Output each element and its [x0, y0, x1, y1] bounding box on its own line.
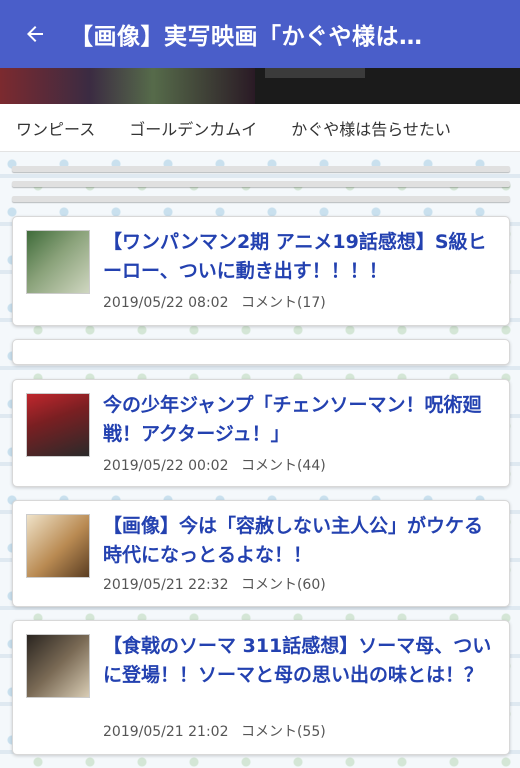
article-card[interactable]: 今の少年ジャンプ「チェンソーマン！呪術廻戦！アクタージュ！」 2019/05/2… [12, 379, 510, 487]
article-thumbnail [26, 514, 90, 578]
article-comment-count[interactable]: コメント(55) [241, 724, 326, 740]
article-meta: 2019/05/21 22:32 コメント(60) [103, 574, 326, 594]
feed-divider [12, 196, 510, 202]
article-card[interactable]: 【ワンパンマン2期 アニメ19話感想】S級ヒーロー、ついに動き出す！！！！ 20… [12, 216, 510, 326]
article-title-link[interactable]: 【食戟のソーマ 311話感想】ソーマ母、ついに登場！！ソーマと母の思い出の味とは… [103, 632, 495, 690]
tab-golden-kamuy[interactable]: ゴールデンカムイ [129, 116, 257, 140]
article-title-link[interactable]: 【画像】今は「容赦しない主人公」がウケる時代になっとるよな！！ [103, 512, 495, 570]
feed-divider [12, 181, 510, 187]
article-comment-count[interactable]: コメント(17) [241, 295, 326, 311]
article-title-link[interactable]: 今の少年ジャンプ「チェンソーマン！呪術廻戦！アクタージュ！」 [103, 391, 495, 449]
back-button[interactable] [0, 0, 70, 68]
article-comment-count[interactable]: コメント(60) [241, 577, 326, 593]
article-meta: 2019/05/21 21:02 コメント(55) [103, 721, 326, 741]
feed-divider [12, 166, 510, 172]
ad-placeholder [12, 339, 510, 365]
article-card[interactable]: 【画像】今は「容赦しない主人公」がウケる時代になっとるよな！！ 2019/05/… [12, 500, 510, 607]
tab-kaguya-sama[interactable]: かぐや様は告らせたい [291, 116, 451, 140]
article-meta: 2019/05/22 00:02 コメント(44) [103, 455, 326, 475]
article-thumbnail [26, 230, 90, 294]
article-date: 2019/05/21 22:32 [103, 577, 229, 593]
arrow-left-icon [27, 26, 43, 42]
article-meta: 2019/05/22 08:02 コメント(17) [103, 292, 326, 312]
article-date: 2019/05/22 00:02 [103, 458, 229, 474]
tab-one-piece[interactable]: ワンピース [16, 116, 95, 140]
category-tabs: ワンピース ゴールデンカムイ かぐや様は告らせたい [0, 104, 520, 152]
page-title: 【画像】実写映画「かぐや様は… [70, 24, 423, 50]
app-bar: 【画像】実写映画「かぐや様は… [0, 0, 520, 68]
article-thumbnail [26, 634, 90, 698]
article-date: 2019/05/21 21:02 [103, 724, 229, 740]
article-comment-count[interactable]: コメント(44) [241, 458, 326, 474]
header-banner-image [0, 68, 520, 104]
article-title-link[interactable]: 【ワンパンマン2期 アニメ19話感想】S級ヒーロー、ついに動き出す！！！！ [103, 228, 495, 286]
article-date: 2019/05/22 08:02 [103, 295, 229, 311]
article-card[interactable]: 【食戟のソーマ 311話感想】ソーマ母、ついに登場！！ソーマと母の思い出の味とは… [12, 620, 510, 755]
article-thumbnail [26, 393, 90, 457]
